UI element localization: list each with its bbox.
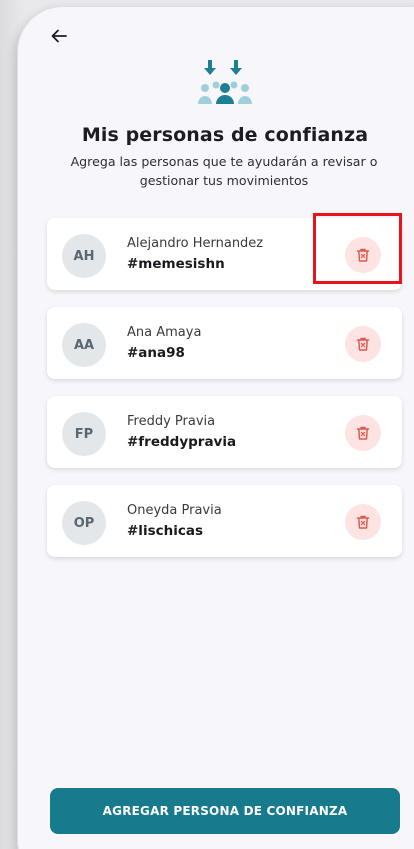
avatar: OP — [62, 501, 106, 545]
contact-handle: #memesishn — [127, 256, 225, 272]
contact-handle: #lischicas — [127, 523, 203, 539]
contact-card: FP Freddy Pravia #freddypravia — [47, 396, 402, 468]
people-download-icon — [198, 60, 252, 104]
contact-handle: #ana98 — [127, 345, 185, 361]
contact-handle: #freddypravia — [127, 434, 237, 450]
contact-name: Ana Amaya — [127, 325, 202, 340]
add-trusted-person-button[interactable]: AGREGAR PERSONA DE CONFIANZA — [50, 788, 400, 834]
back-button[interactable] — [46, 24, 72, 48]
screen: Mis personas de confianza Agrega las per… — [0, 0, 414, 849]
arrow-left-icon — [51, 29, 67, 43]
delete-contact-button[interactable] — [345, 504, 381, 540]
page-title: Mis personas de confianza — [81, 124, 369, 146]
page-subtitle: Agrega las personas que te ayudarán a re… — [70, 154, 378, 188]
contact-name: Alejandro Hernandez — [127, 236, 264, 251]
trash-icon — [356, 515, 370, 529]
avatar: AA — [62, 323, 106, 367]
contact-name: Oneyda Pravia — [127, 503, 222, 518]
avatar: FP — [62, 412, 106, 456]
delete-contact-button[interactable] — [345, 326, 381, 362]
trash-icon — [356, 337, 370, 351]
trash-icon — [356, 426, 370, 440]
highlight-box — [313, 213, 402, 284]
contact-card: OP Oneyda Pravia #lischicas — [47, 485, 402, 557]
contact-card: AA Ana Amaya #ana98 — [47, 307, 402, 379]
contact-name: Freddy Pravia — [127, 414, 216, 429]
delete-contact-button[interactable] — [345, 415, 381, 451]
avatar: AH — [62, 234, 106, 278]
